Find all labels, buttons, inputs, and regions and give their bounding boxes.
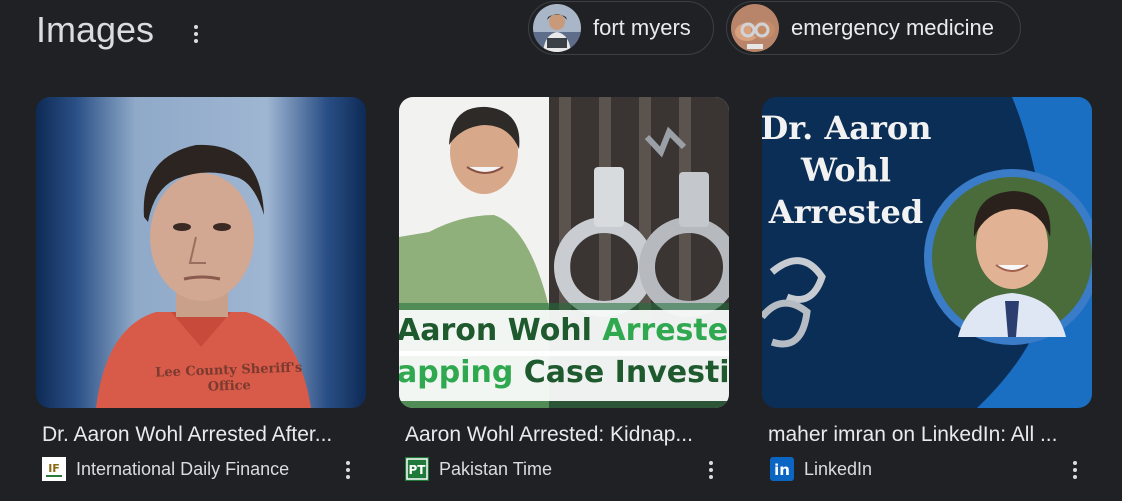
result-title-3[interactable]: maher imran on LinkedIn: All ... [768, 423, 1057, 447]
image-overlay-title: Dr. Aaron Wohl Arrested [762, 109, 932, 231]
result-source-1[interactable]: IF International Daily Finance [42, 456, 289, 482]
svg-text:in: in [774, 461, 790, 479]
source-name: LinkedIn [804, 458, 873, 479]
source-name: Pakistan Time [439, 458, 553, 479]
result-image-3[interactable]: Dr. Aaron Wohl Arrested [762, 97, 1092, 408]
section-title: Images [36, 9, 155, 50]
chip-thumbnail [533, 4, 581, 52]
result-image-2[interactable]: Aaron Wohl Arreste apping Case Investi [399, 97, 729, 408]
idf-logo-icon: IF [42, 457, 66, 481]
result-image-1[interactable]: Lee County Sheriff's Office [36, 97, 366, 408]
chip-label: emergency medicine [791, 15, 994, 40]
chip-fort-myers[interactable]: fort myers [528, 1, 714, 55]
svg-text:PT: PT [409, 463, 427, 477]
result-menu-icon-2[interactable] [701, 456, 721, 484]
result-source-3[interactable]: in LinkedIn [770, 456, 872, 482]
image-overlay-line1: Aaron Wohl Arreste [399, 313, 729, 348]
result-menu-icon-3[interactable] [1065, 456, 1085, 484]
chip-label: fort myers [593, 15, 691, 40]
result-menu-icon-1[interactable] [338, 456, 358, 484]
chip-emergency-medicine[interactable]: emergency medicine [726, 1, 1021, 55]
source-name: International Daily Finance [76, 458, 290, 479]
image-overlay-text: Lee County Sheriff's Office [154, 360, 303, 395]
more-vert-icon[interactable] [186, 20, 206, 48]
result-title-1[interactable]: Dr. Aaron Wohl Arrested After... [42, 423, 332, 447]
result-source-2[interactable]: PT Pakistan Time [405, 456, 552, 482]
linkedin-logo-icon: in [770, 457, 794, 481]
svg-text:IF: IF [48, 462, 60, 475]
chip-thumbnail [731, 4, 779, 52]
result-title-2[interactable]: Aaron Wohl Arrested: Kidnap... [405, 423, 693, 447]
image-overlay-line2: apping Case Investi [399, 355, 729, 390]
pt-logo-icon: PT [405, 457, 429, 481]
